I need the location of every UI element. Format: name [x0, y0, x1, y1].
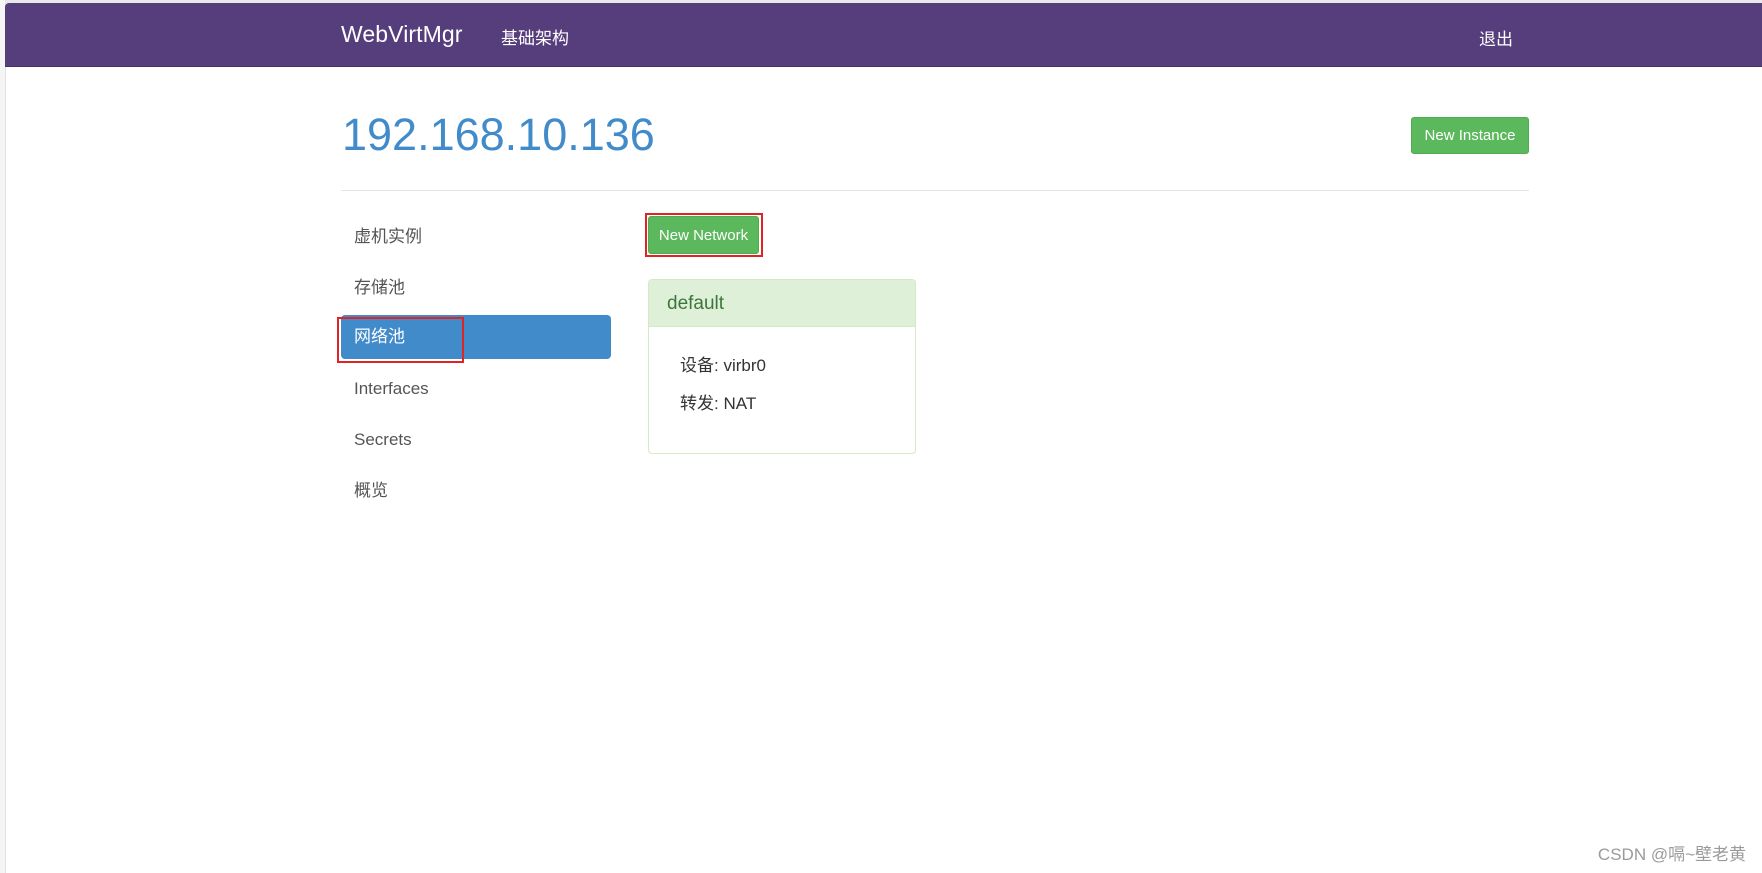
forward-label: 转发: — [680, 394, 719, 413]
sidebar-item-storage[interactable]: 存储池 — [341, 266, 611, 310]
page: WebVirtMgr 基础架构 退出 192.168.10.136 New In… — [0, 0, 1762, 873]
brand-link[interactable]: WebVirtMgr — [341, 21, 463, 48]
new-instance-button[interactable]: New Instance — [1411, 117, 1529, 154]
network-card-body: 设备: virbr0 转发: NAT — [649, 327, 915, 432]
device-label: 设备: — [680, 356, 719, 375]
sidebar-item-instances[interactable]: 虚机实例 — [341, 215, 611, 259]
header-divider — [341, 190, 1529, 191]
new-network-button[interactable]: New Network — [648, 216, 759, 254]
network-forward-row: 转发: NAT — [680, 394, 915, 432]
window-left-edge — [0, 0, 6, 873]
device-value: virbr0 — [723, 356, 766, 375]
sidebar-item-secrets[interactable]: Secrets — [341, 418, 611, 462]
top-navbar: WebVirtMgr 基础架构 退出 — [5, 3, 1762, 67]
network-card-title[interactable]: default — [649, 280, 915, 327]
sidebar-item-overview[interactable]: 概览 — [341, 469, 611, 513]
network-card[interactable]: default 设备: virbr0 转发: NAT — [648, 279, 916, 454]
forward-value: NAT — [723, 394, 757, 413]
nav-link-infrastructure[interactable]: 基础架构 — [501, 24, 569, 49]
network-device-row: 设备: virbr0 — [680, 356, 915, 394]
sidebar-item-interfaces[interactable]: Interfaces — [341, 367, 611, 411]
watermark: CSDN @嗝~壁老黄 — [1597, 845, 1746, 864]
logout-link[interactable]: 退出 — [1479, 25, 1513, 50]
sidebar-item-networks[interactable]: 网络池 — [341, 315, 611, 359]
page-title: 192.168.10.136 — [342, 109, 655, 160]
